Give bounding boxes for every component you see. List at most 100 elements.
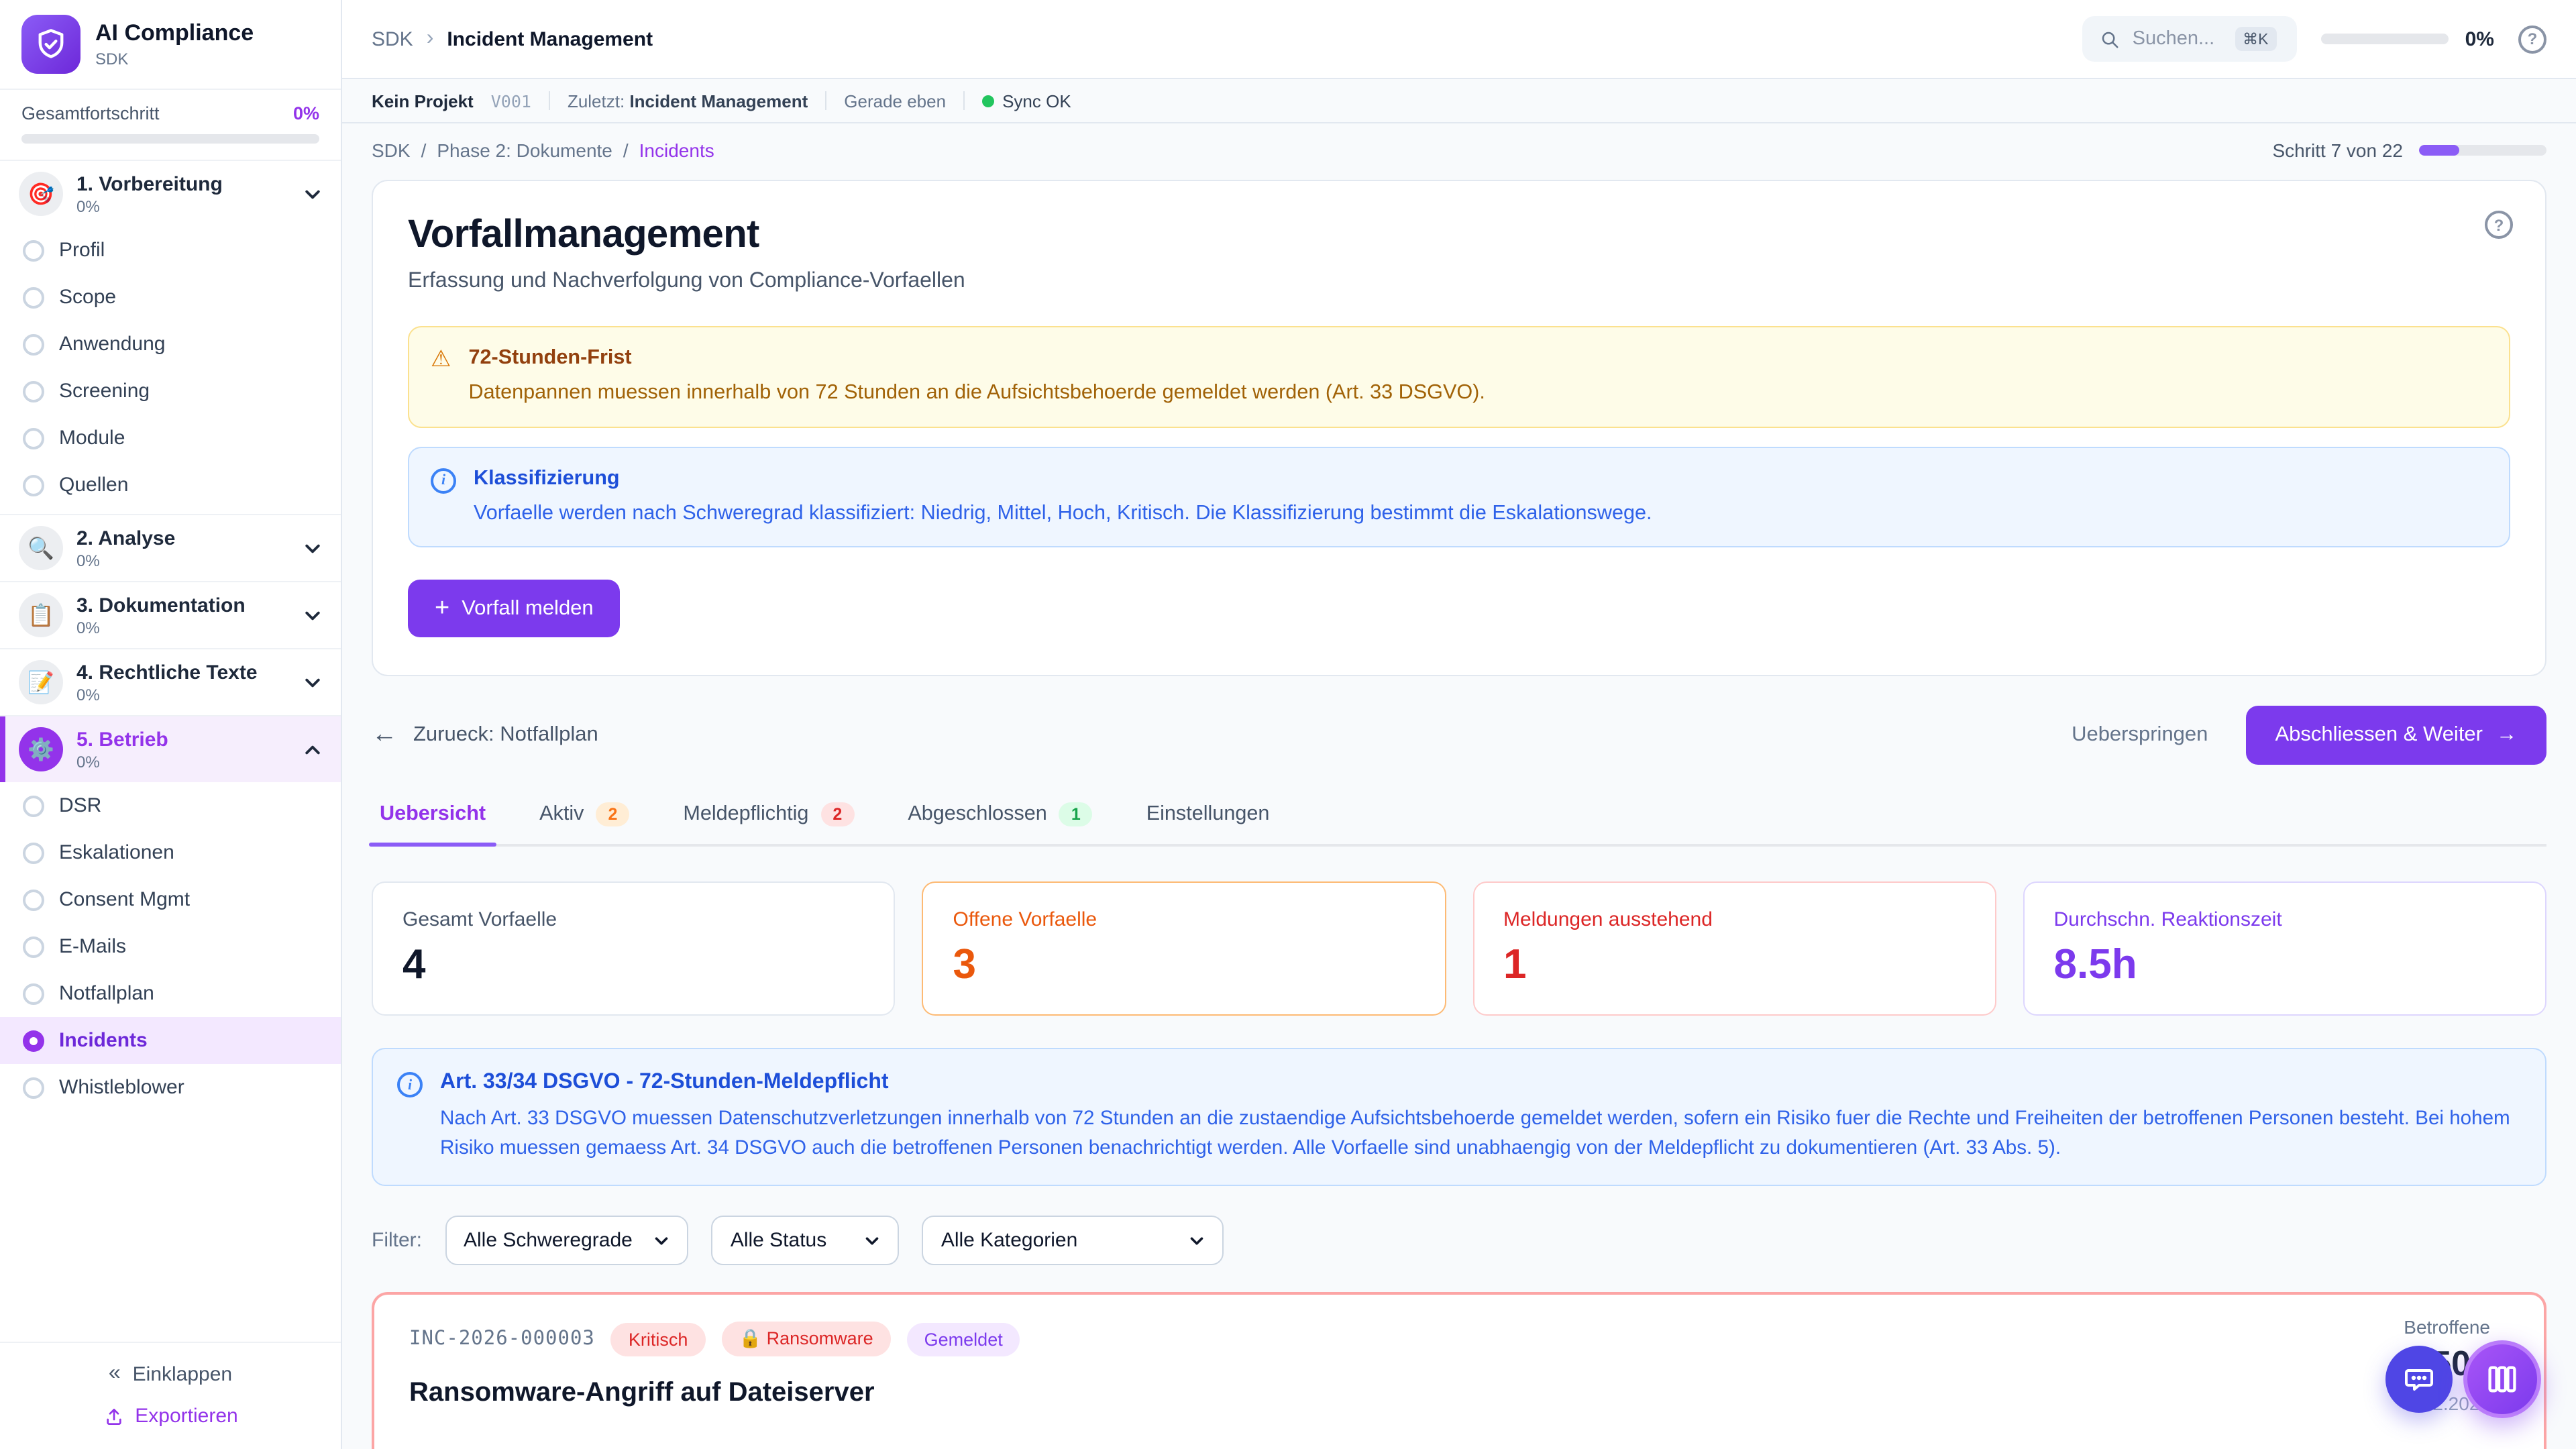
upload-icon <box>103 1405 124 1427</box>
breadcrumb-phase[interactable]: Phase 2: Dokumente <box>437 140 612 161</box>
radio-selected-icon <box>23 1030 44 1051</box>
breadcrumb-sdk[interactable]: SDK <box>372 140 411 161</box>
kanban-columns-button[interactable] <box>2463 1340 2541 1418</box>
section-percent: 0% <box>76 618 290 637</box>
breadcrumb-incidents: Incidents <box>639 140 714 161</box>
tab-bar: Uebersicht Aktiv2 Meldepflichtig2 Abgesc… <box>372 798 2546 847</box>
sidebar-item-profil[interactable]: Profil <box>0 227 341 274</box>
project-name: Kein Projekt <box>372 91 474 111</box>
tab-count-badge: 1 <box>1059 803 1093 827</box>
incident-id: INC-2026-000003 <box>409 1328 595 1350</box>
tab-uebersicht[interactable]: Uebersicht <box>377 798 488 845</box>
sidebar-item-e-mails[interactable]: E-Mails <box>0 923 341 970</box>
severity-badge: Kritisch <box>611 1322 706 1356</box>
sidebar-item-incidents[interactable]: Incidents <box>0 1017 341 1064</box>
help-icon[interactable]: ? <box>2485 211 2513 239</box>
status-bar: Kein Projekt V001 Zuletzt: Incident Mana… <box>342 79 2576 123</box>
sidebar-item-consent-mgmt[interactable]: Consent Mgmt <box>0 876 341 923</box>
stat-label: Meldungen ausstehend <box>1503 909 1966 932</box>
shield-check-icon <box>21 15 80 74</box>
radio-icon <box>23 795 44 816</box>
sidebar-item-anwendung[interactable]: Anwendung <box>0 321 341 368</box>
deadline-warning-box: ⚠ 72-Stunden-Frist Datenpannen muessen i… <box>408 326 2510 427</box>
search-input[interactable]: Suchen... ⌘K <box>2083 16 2298 62</box>
sidebar-item-dsr[interactable]: DSR <box>0 782 341 829</box>
warning-title: 72-Stunden-Frist <box>469 346 1485 370</box>
search-placeholder: Suchen... <box>2133 28 2215 50</box>
search-icon <box>2100 29 2121 49</box>
sidebar-section-vorbereitung[interactable]: 🎯 1. Vorbereitung 0% <box>0 161 341 227</box>
radio-icon <box>23 1077 44 1098</box>
collapse-sidebar-button[interactable]: « Einklappen <box>109 1362 232 1386</box>
breadcrumb-current: Incident Management <box>447 28 653 50</box>
radio-icon <box>23 474 44 496</box>
sidebar-nav: 🎯 1. Vorbereitung 0% Profil Scope Anwend… <box>0 161 341 1342</box>
info-icon: i <box>431 468 456 493</box>
complete-continue-button[interactable]: Abschliessen & Weiter → <box>2245 706 2546 765</box>
tab-abgeschlossen[interactable]: Abgeschlossen1 <box>905 798 1095 845</box>
plus-icon: + <box>435 596 449 622</box>
double-chevron-left-icon: « <box>109 1362 121 1386</box>
back-button[interactable]: ← Zurueck: Notfallplan <box>372 721 598 751</box>
dsgvo-title: Art. 33/34 DSGVO - 72-Stunden-Meldepflic… <box>440 1071 2521 1095</box>
overall-progress-value: 0% <box>293 103 319 123</box>
header-progress-value: 0% <box>2465 28 2494 50</box>
tab-count-badge: 2 <box>596 803 629 827</box>
category-badge: 🔒 Ransomware <box>721 1322 890 1356</box>
dsgvo-body: Nach Art. 33 DSGVO muessen Datenschutzve… <box>440 1106 2521 1164</box>
section-percent: 0% <box>76 551 290 570</box>
warning-icon: ⚠ <box>431 346 451 407</box>
tab-aktiv[interactable]: Aktiv2 <box>537 798 632 845</box>
sidebar-section-analyse[interactable]: 🔍 2. Analyse 0% <box>0 514 341 581</box>
info-title: Klassifizierung <box>474 466 1652 490</box>
sidebar-item-eskalationen[interactable]: Eskalationen <box>0 829 341 876</box>
last-saved-time: Gerade eben <box>844 91 946 111</box>
export-button[interactable]: Exportieren <box>103 1405 237 1428</box>
divider <box>825 91 826 110</box>
page-header-card: Vorfallmanagement ? Erfassung und Nachve… <box>372 180 2546 677</box>
severity-filter-select[interactable]: Alle Schweregrade <box>445 1216 689 1265</box>
radio-icon <box>23 286 44 308</box>
sync-ok-dot <box>982 95 994 107</box>
sidebar-section-dokumentation[interactable]: 📋 3. Dokumentation 0% <box>0 581 341 648</box>
stat-value: 4 <box>402 941 865 989</box>
sidebar-item-whistleblower[interactable]: Whistleblower <box>0 1064 341 1111</box>
info-icon: i <box>397 1073 423 1098</box>
incident-card[interactable]: INC-2026-000003 Kritisch 🔒 Ransomware Ge… <box>372 1292 2546 1449</box>
sidebar: AI Compliance SDK Gesamtfortschritt 0% 🎯… <box>0 0 342 1449</box>
stat-card-open: Offene Vorfaelle 3 <box>922 882 1446 1016</box>
gear-icon: ⚙️ <box>19 727 63 771</box>
page-breadcrumb: SDK/ Phase 2: Dokumente/ Incidents <box>372 140 714 161</box>
breadcrumb-root[interactable]: SDK <box>372 28 413 50</box>
sidebar-item-scope[interactable]: Scope <box>0 274 341 321</box>
lock-icon: 🔒 <box>739 1328 761 1348</box>
stat-card-pending-reports: Meldungen ausstehend 1 <box>1472 882 1996 1016</box>
sidebar-item-quellen[interactable]: Quellen <box>0 462 341 508</box>
filter-row: Filter: Alle Schweregrade Alle Status Al… <box>372 1216 2546 1265</box>
version-badge: V001 <box>491 91 531 111</box>
help-icon[interactable]: ? <box>2518 25 2546 53</box>
step-indicator: Schritt 7 von 22 <box>2272 140 2546 161</box>
overall-progress: Gesamtfortschritt 0% <box>0 90 341 161</box>
stat-value: 1 <box>1503 941 1966 989</box>
app-window: AI Compliance SDK Gesamtfortschritt 0% 🎯… <box>0 0 2576 1449</box>
sidebar-item-screening[interactable]: Screening <box>0 368 341 415</box>
skip-button[interactable]: Ueberspringen <box>2072 724 2208 748</box>
sidebar-section-betrieb[interactable]: ⚙️ 5. Betrieb 0% <box>0 715 341 782</box>
section-items: Profil Scope Anwendung Screening Module … <box>0 227 341 514</box>
category-filter-select[interactable]: Alle Kategorien <box>922 1216 1224 1265</box>
sidebar-item-module[interactable]: Module <box>0 415 341 462</box>
tab-meldepflichtig[interactable]: Meldepflichtig2 <box>680 798 857 845</box>
arrow-right-icon: → <box>2496 724 2517 748</box>
chat-button[interactable] <box>2385 1346 2453 1413</box>
section-label: 3. Dokumentation <box>76 594 290 616</box>
sidebar-item-notfallplan[interactable]: Notfallplan <box>0 970 341 1017</box>
sidebar-section-rechtliche-texte[interactable]: 📝 4. Rechtliche Texte 0% <box>0 648 341 715</box>
header-progress-bar <box>2322 34 2449 44</box>
section-label: 5. Betrieb <box>76 728 290 751</box>
tab-einstellungen[interactable]: Einstellungen <box>1144 798 1273 845</box>
status-filter-select[interactable]: Alle Status <box>712 1216 900 1265</box>
stat-card-total: Gesamt Vorfaelle 4 <box>372 882 896 1016</box>
section-percent: 0% <box>76 197 290 215</box>
report-incident-button[interactable]: + Vorfall melden <box>408 580 621 638</box>
